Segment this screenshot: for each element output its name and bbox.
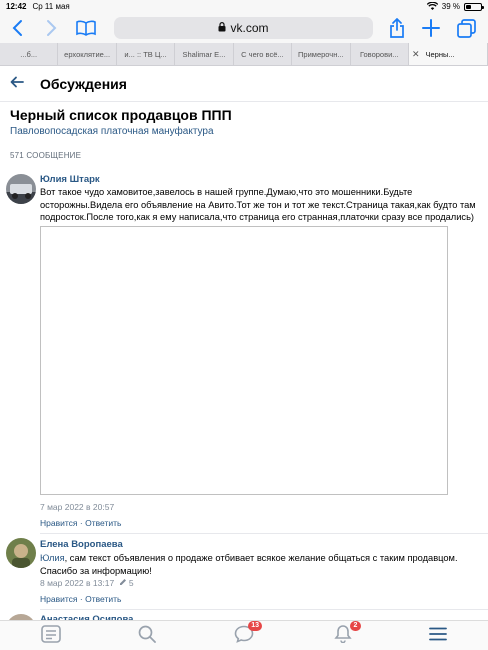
comment-divider bbox=[40, 533, 488, 534]
status-bar: 12:42 Ср 11 мая 39 % bbox=[0, 0, 488, 13]
page-header: Обсуждения bbox=[0, 66, 488, 102]
message-count: 571 СООБЩЕНИЕ bbox=[10, 151, 82, 160]
reply-link[interactable]: Ответить bbox=[85, 518, 121, 528]
close-tab-icon[interactable]: ✕ bbox=[412, 49, 420, 60]
search-icon bbox=[138, 625, 156, 648]
url-text: vk.com bbox=[230, 21, 269, 35]
menu-icon bbox=[429, 627, 447, 646]
comment-author[interactable]: Юлия Штарк bbox=[40, 174, 100, 185]
comment-date-wrap: 8 мар 2022 в 13:17 5 bbox=[40, 578, 134, 588]
reply-link[interactable]: Ответить bbox=[85, 594, 121, 604]
browser-tab[interactable]: С чего всё... bbox=[234, 43, 293, 65]
browser-tab[interactable]: Shalimar E... bbox=[175, 43, 234, 65]
mention-link[interactable]: Юлия bbox=[40, 553, 65, 563]
messages-badge: 13 bbox=[248, 621, 262, 631]
tab-label: Примерочн... bbox=[298, 49, 344, 59]
avatar[interactable] bbox=[6, 174, 36, 204]
browser-tab-active[interactable]: ✕ Черны... bbox=[408, 43, 488, 65]
wifi-icon bbox=[426, 1, 439, 12]
browser-tab[interactable]: и... :: ТВ Ц... bbox=[117, 43, 176, 65]
news-icon bbox=[41, 624, 61, 648]
arrow-left-icon[interactable] bbox=[10, 75, 24, 93]
comment-text-line: подросток.После того,как я ему написала,… bbox=[40, 212, 475, 222]
nav-news[interactable] bbox=[39, 624, 63, 648]
plus-icon[interactable] bbox=[422, 18, 440, 38]
comment-text: Юлия, сам текст объявления о продаже отб… bbox=[40, 552, 486, 577]
battery-percent: 39 % bbox=[441, 2, 460, 11]
page-title: Обсуждения bbox=[40, 75, 127, 92]
comment-divider bbox=[40, 609, 488, 610]
tab-label: ерхоклятие... bbox=[64, 49, 111, 59]
battery-fill bbox=[466, 4, 472, 9]
nav-menu[interactable] bbox=[426, 625, 450, 647]
status-date: Ср 11 мая bbox=[32, 2, 70, 11]
like-link[interactable]: Нравится bbox=[40, 594, 78, 604]
browser-tab[interactable]: Примерочн... bbox=[292, 43, 351, 65]
comment-text-line: , сам текст объявления о продаже отбивае… bbox=[64, 553, 458, 563]
topic-group-link[interactable]: Павловопосадская платочная мануфактура bbox=[10, 126, 214, 137]
tab-label: и... :: ТВ Ц... bbox=[124, 49, 167, 59]
edited-count: 5 bbox=[128, 578, 134, 588]
tab-label: ...б... bbox=[20, 49, 38, 59]
notifications-badge: 2 bbox=[350, 621, 361, 631]
tab-label: Shalimar E... bbox=[182, 49, 226, 59]
browser-tab[interactable]: ...б... bbox=[0, 43, 59, 65]
book-icon[interactable] bbox=[76, 18, 96, 38]
url-field[interactable]: vk.com bbox=[114, 17, 373, 39]
tabs-icon[interactable] bbox=[457, 18, 476, 38]
comment-date: 7 мар 2022 в 20:57 bbox=[40, 502, 115, 512]
comment-actions: Нравится · Ответить bbox=[40, 594, 122, 604]
comment-text-line: Вот такое чудо хамовитое,завелось в наше… bbox=[40, 187, 413, 197]
avatar[interactable] bbox=[6, 538, 36, 568]
like-link[interactable]: Нравится bbox=[40, 518, 78, 528]
tab-label: С чего всё... bbox=[241, 49, 284, 59]
nav-search[interactable] bbox=[135, 625, 159, 647]
comment-text-line: Спасибо за информацию! bbox=[40, 565, 152, 576]
comment-actions: Нравится · Ответить bbox=[40, 518, 122, 528]
nav-messages[interactable]: 13 bbox=[232, 621, 262, 647]
topic-title: Черный список продавцов ППП bbox=[10, 107, 232, 123]
nav-notifications[interactable]: 2 bbox=[331, 621, 361, 647]
tab-label: Черны... bbox=[425, 49, 455, 59]
comment-author[interactable]: Елена Воропаева bbox=[40, 539, 123, 550]
comment-text: Вот такое чудо хамовитое,завелось в наше… bbox=[40, 186, 486, 224]
comment-text-line: осторожны.Видела его объявление на Авито… bbox=[40, 199, 476, 210]
browser-tab[interactable]: Говорови... bbox=[351, 43, 409, 65]
tab-bar: ...б... ерхоклятие... и... :: ТВ Ц... Sh… bbox=[0, 43, 488, 66]
share-icon[interactable] bbox=[389, 18, 405, 38]
status-time: 12:42 bbox=[6, 2, 27, 11]
chat-screenshot-image bbox=[40, 226, 448, 495]
browser-tab[interactable]: ерхоклятие... bbox=[58, 43, 117, 65]
bottom-navigation: 13 2 bbox=[0, 620, 488, 650]
tab-label: Говорови... bbox=[359, 49, 399, 59]
back-icon[interactable] bbox=[12, 18, 24, 38]
attached-screenshot[interactable] bbox=[40, 226, 448, 495]
edited-icon bbox=[119, 578, 129, 588]
browser-toolbar: vk.com bbox=[0, 13, 488, 43]
battery-icon bbox=[464, 2, 484, 11]
lock-icon bbox=[218, 21, 226, 35]
forward-icon[interactable] bbox=[45, 18, 57, 38]
comment-date: 8 мар 2022 в 13:17 bbox=[40, 578, 115, 588]
